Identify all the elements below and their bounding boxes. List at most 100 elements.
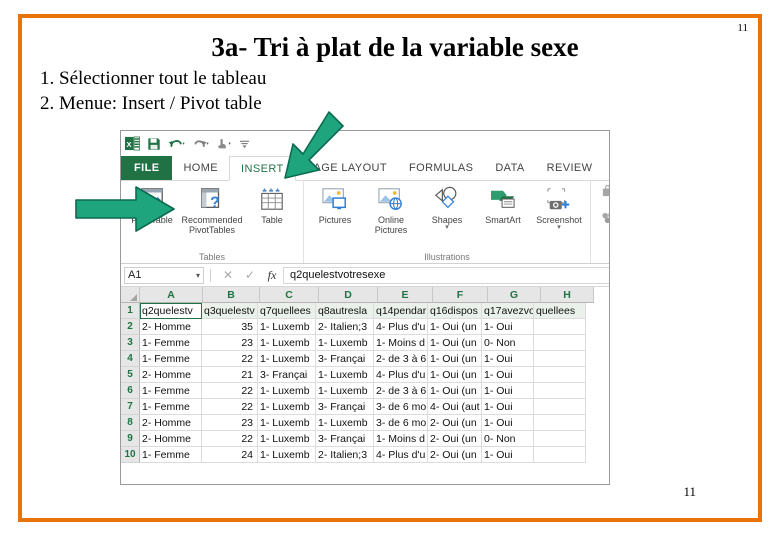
grid-cell[interactable]: 24: [202, 447, 258, 463]
table-row[interactable]: 2 2- Homme 35 1- Luxemb 2- Italien;3 4- Plus …: [121, 319, 609, 335]
tab-page-layout[interactable]: PAGE LAYOUT: [296, 156, 398, 180]
grid-cell[interactable]: 2- Oui (un: [428, 415, 482, 431]
column-header-f[interactable]: F: [433, 287, 488, 303]
grid-cell[interactable]: 1- Oui: [482, 319, 534, 335]
grid-cell[interactable]: 1- Oui: [482, 447, 534, 463]
tab-review[interactable]: REVIEW: [536, 156, 604, 180]
grid-cell[interactable]: 2- Italien;3: [316, 319, 374, 335]
grid-cell[interactable]: 23: [202, 335, 258, 351]
grid-cell[interactable]: 35: [202, 319, 258, 335]
grid-cell[interactable]: 1- Luxemb: [258, 415, 316, 431]
grid-cell[interactable]: 3- Françai: [258, 367, 316, 383]
column-header-c[interactable]: C: [260, 287, 319, 303]
row-header-8[interactable]: 8: [121, 415, 140, 431]
grid-cell[interactable]: 2- Homme: [140, 431, 202, 447]
customize-qat-icon[interactable]: [239, 138, 250, 149]
grid-cell[interactable]: 4- Plus d'u: [374, 319, 428, 335]
pivottable-button[interactable]: PivotTable: [125, 184, 179, 225]
grid-cell[interactable]: 1- Luxemb: [316, 415, 374, 431]
tab-file[interactable]: FILE: [121, 156, 173, 180]
grid-cell[interactable]: 4- Oui (aut: [428, 399, 482, 415]
row-header-7[interactable]: 7: [121, 399, 140, 415]
grid-cell[interactable]: 22: [202, 399, 258, 415]
grid-cell[interactable]: 1- Femme: [140, 351, 202, 367]
grid-cell[interactable]: [534, 335, 586, 351]
online-pictures-button[interactable]: Online Pictures: [364, 184, 418, 235]
screenshot-button[interactable]: Screenshot ▾: [532, 184, 586, 231]
grid-cell[interactable]: 1- Luxemb: [258, 383, 316, 399]
grid-cell[interactable]: [534, 367, 586, 383]
column-header-e[interactable]: E: [378, 287, 433, 303]
grid-cell[interactable]: q17avezvo: [482, 303, 534, 319]
tab-view[interactable]: VIEW: [603, 156, 609, 180]
undo-icon[interactable]: [168, 137, 185, 150]
pictures-button[interactable]: Pictures: [308, 184, 362, 225]
grid-cell[interactable]: q14pendar: [374, 303, 428, 319]
grid-cell[interactable]: 1- Oui: [482, 399, 534, 415]
grid-cell[interactable]: 2- Homme: [140, 319, 202, 335]
row-header-2[interactable]: 2: [121, 319, 140, 335]
redo-icon[interactable]: [192, 137, 209, 150]
grid-cell[interactable]: 1- Luxemb: [258, 431, 316, 447]
grid-cell[interactable]: q16dispos: [428, 303, 482, 319]
grid-cell[interactable]: 1- Femme: [140, 335, 202, 351]
grid-cell[interactable]: 22: [202, 431, 258, 447]
spreadsheet-grid[interactable]: A B C D E F G H 1 q2quelestv q3quelestv q7quellees q…: [121, 287, 609, 463]
row-header-5[interactable]: 5: [121, 367, 140, 383]
smartart-button[interactable]: SmartArt: [476, 184, 530, 225]
confirm-icon[interactable]: ✓: [239, 268, 261, 282]
ribbon-tab-bar[interactable]: FILE HOME INSERT PAGE LAYOUT FORMULAS DA…: [121, 156, 609, 181]
grid-cell[interactable]: 0- Non: [482, 335, 534, 351]
grid-cell[interactable]: 1- Femme: [140, 399, 202, 415]
name-box-caret-icon[interactable]: ▾: [196, 271, 200, 280]
table-row[interactable]: 9 2- Homme 22 1- Luxemb 3- Françai 1- Moins d…: [121, 431, 609, 447]
grid-cell[interactable]: 1- Oui (un: [428, 367, 482, 383]
row-header-6[interactable]: 6: [121, 383, 140, 399]
table-row[interactable]: 5 2- Homme 21 3- Françai 1- Luxemb 4- Plus d'…: [121, 367, 609, 383]
grid-cell[interactable]: 4- Plus d'u: [374, 367, 428, 383]
row-header-3[interactable]: 3: [121, 335, 140, 351]
grid-cell[interactable]: [534, 351, 586, 367]
cancel-icon[interactable]: ✕: [217, 268, 239, 282]
table-row[interactable]: 8 2- Homme 23 1- Luxemb 1- Luxemb 3- de 6 mo 2…: [121, 415, 609, 431]
grid-cell[interactable]: 1- Oui: [482, 415, 534, 431]
grid-cell[interactable]: [534, 447, 586, 463]
grid-cell[interactable]: 1- Oui (un: [428, 319, 482, 335]
grid-cell[interactable]: 1- Luxemb: [316, 383, 374, 399]
grid-cell[interactable]: 1- Femme: [140, 383, 202, 399]
grid-cell[interactable]: 1- Oui (un: [428, 383, 482, 399]
grid-cell[interactable]: [534, 415, 586, 431]
recommended-pivottables-button[interactable]: ? Recommended PivotTables: [181, 184, 243, 235]
grid-cell[interactable]: 1- Oui (un: [428, 335, 482, 351]
table-row[interactable]: 10 1- Femme 24 1- Luxemb 2- Italien;3 4- Plus…: [121, 447, 609, 463]
grid-cell[interactable]: 3- Françai: [316, 399, 374, 415]
table-button[interactable]: Table: [245, 184, 299, 225]
grid-cell[interactable]: 1- Oui: [482, 383, 534, 399]
grid-cell[interactable]: 1- Femme: [140, 447, 202, 463]
grid-cell[interactable]: 2- Oui (un: [428, 431, 482, 447]
column-header-d[interactable]: D: [319, 287, 378, 303]
shapes-dropdown-caret[interactable]: ▾: [445, 224, 449, 231]
grid-cell[interactable]: 1- Luxemb: [258, 335, 316, 351]
grid-cell[interactable]: 22: [202, 383, 258, 399]
select-all-corner[interactable]: [121, 287, 140, 303]
grid-cell[interactable]: 2- Italien;3: [316, 447, 374, 463]
grid-cell[interactable]: 3- Françai: [316, 431, 374, 447]
my-apps-button[interactable]: My Apps ▾: [601, 208, 609, 230]
grid-cell[interactable]: 3- de 6 mo: [374, 415, 428, 431]
grid-cell[interactable]: 1- Moins d: [374, 335, 428, 351]
grid-cell[interactable]: 2- Oui (un: [428, 447, 482, 463]
grid-cell[interactable]: 2- Homme: [140, 367, 202, 383]
grid-cell[interactable]: 4- Plus d'u: [374, 447, 428, 463]
grid-cell[interactable]: quellees: [534, 303, 586, 319]
tab-formulas[interactable]: FORMULAS: [398, 156, 484, 180]
grid-cell[interactable]: 1- Oui: [482, 351, 534, 367]
grid-cell[interactable]: 3- de 6 mo: [374, 399, 428, 415]
column-header-b[interactable]: B: [203, 287, 260, 303]
grid-cell[interactable]: 1- Luxemb: [316, 335, 374, 351]
grid-cell[interactable]: [534, 399, 586, 415]
grid-cell[interactable]: q8autresla: [316, 303, 374, 319]
store-button[interactable]: Store: [601, 184, 609, 200]
grid-cell[interactable]: 1- Oui: [482, 367, 534, 383]
name-box[interactable]: A1 ▾: [124, 266, 204, 284]
